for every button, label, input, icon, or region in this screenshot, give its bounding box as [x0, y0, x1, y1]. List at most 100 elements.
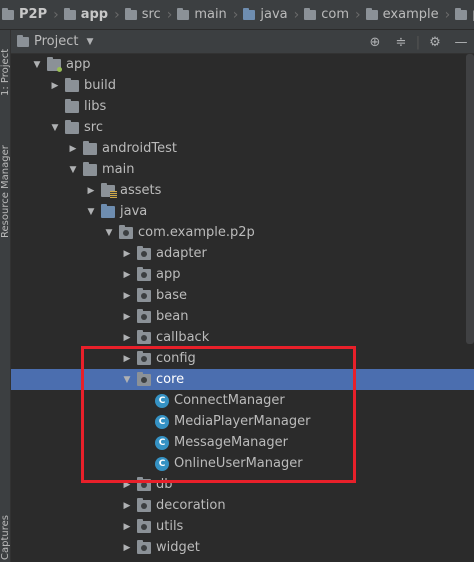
- tree-row[interactable]: ▶libs: [11, 96, 474, 117]
- expand-arrow-down-icon[interactable]: ▼: [49, 122, 61, 134]
- expand-arrow-right-icon[interactable]: ▶: [121, 269, 133, 281]
- breadcrumb-label: P2P: [19, 7, 48, 22]
- tree-row[interactable]: ▶CMessageManager: [11, 432, 474, 453]
- breadcrumb-item[interactable]: app: [63, 7, 108, 22]
- tree-row[interactable]: ▶ callback: [11, 327, 474, 348]
- package-icon: [137, 476, 151, 491]
- tree-row-label: app: [66, 57, 91, 72]
- package-icon: [304, 7, 317, 20]
- tree-row[interactable]: ▶ utils: [11, 516, 474, 537]
- tree-row[interactable]: ▶CConnectManager: [11, 390, 474, 411]
- tree-row[interactable]: ▶COnlineUserManager: [11, 453, 474, 474]
- project-view-selector[interactable]: Project ▼: [17, 34, 93, 49]
- expand-arrow-right-icon[interactable]: ▶: [121, 290, 133, 302]
- expand-arrow-down-icon[interactable]: ▼: [103, 227, 115, 239]
- breadcrumb-separator-icon: ›: [114, 6, 120, 23]
- expand-arrow-down-icon[interactable]: ▼: [85, 206, 97, 218]
- breadcrumb-item[interactable]: main: [177, 7, 227, 22]
- expand-arrow-down-icon[interactable]: ▼: [67, 164, 79, 176]
- expand-arrow-right-icon[interactable]: ▶: [121, 311, 133, 323]
- tree-row-label: bean: [156, 309, 189, 324]
- package-icon: [137, 371, 151, 386]
- tree-row[interactable]: ▶ widget: [11, 537, 474, 558]
- tree-row[interactable]: ▶CMediaPlayerManager: [11, 411, 474, 432]
- tree-row[interactable]: ▼ main: [11, 159, 474, 180]
- expand-arrow-right-icon[interactable]: ▶: [49, 80, 61, 92]
- chevron-down-icon: ▼: [86, 36, 94, 47]
- expand-arrow-right-icon[interactable]: ▶: [121, 500, 133, 512]
- breadcrumb-item[interactable]: P2P: [2, 7, 47, 22]
- tree-row[interactable]: ▶ build: [11, 75, 474, 96]
- module-folder-icon: [63, 7, 76, 20]
- folder-icon: [124, 7, 137, 20]
- tree-row[interactable]: ▶ bean: [11, 306, 474, 327]
- tree-row[interactable]: ▶ db: [11, 474, 474, 495]
- tree-row-label: com.example.p2p: [138, 225, 255, 240]
- collapse-all-icon[interactable]: ≑: [388, 30, 414, 54]
- tree-row[interactable]: ▶ app: [11, 264, 474, 285]
- tree-row[interactable]: ▼ src: [11, 117, 474, 138]
- tree-row-label: decoration: [156, 498, 226, 513]
- tree-row-label: db: [156, 477, 173, 492]
- tab-resource-manager[interactable]: Resource Manager: [0, 120, 11, 240]
- class-icon: C: [155, 435, 169, 450]
- hide-icon[interactable]: —: [448, 30, 474, 54]
- tree-row-label: MessageManager: [174, 435, 288, 450]
- breadcrumb-item[interactable]: example: [365, 7, 439, 22]
- tree-row[interactable]: ▶ assets: [11, 180, 474, 201]
- tree-row[interactable]: ▼ app: [11, 54, 474, 75]
- expand-arrow-right-icon[interactable]: ▶: [121, 542, 133, 554]
- breadcrumb-label: java: [260, 7, 288, 22]
- expand-arrow-right-icon[interactable]: ▶: [121, 248, 133, 260]
- folder-icon: [65, 119, 79, 134]
- breadcrumb-separator-icon: ›: [232, 6, 239, 23]
- folder-icon: [65, 77, 79, 92]
- breadcrumb-item[interactable]: p2p: [455, 7, 474, 22]
- tree-row-label: androidTest: [102, 141, 177, 156]
- source-folder-icon: [101, 203, 115, 218]
- expand-arrow-down-icon[interactable]: ▼: [31, 59, 43, 71]
- package-icon: [365, 7, 378, 20]
- tree-row[interactable]: ▼ com.example.p2p: [11, 222, 474, 243]
- expand-arrow-right-icon[interactable]: ▶: [121, 332, 133, 344]
- tab-project-label: 1: Project: [0, 48, 11, 96]
- breadcrumb-label: com: [321, 7, 350, 22]
- breadcrumb-item[interactable]: src: [124, 7, 161, 22]
- tab-project[interactable]: 1: Project: [0, 30, 11, 100]
- breadcrumb-item[interactable]: java: [243, 7, 288, 22]
- expand-arrow-down-icon[interactable]: ▼: [121, 374, 133, 386]
- breadcrumb-separator-icon: ›: [166, 6, 173, 23]
- project-view-icon: [17, 34, 29, 47]
- tree-row[interactable]: ▶ androidTest: [11, 138, 474, 159]
- tab-resource-manager-label: Resource Manager: [0, 145, 11, 238]
- tree-row[interactable]: ▼ java: [11, 201, 474, 222]
- expand-arrow-right-icon[interactable]: ▶: [67, 143, 79, 155]
- tree-row-label: java: [120, 204, 148, 219]
- resource-folder-icon: [101, 182, 117, 198]
- package-icon: [119, 224, 133, 239]
- expand-arrow-right-icon[interactable]: ▶: [85, 185, 97, 197]
- package-icon: [137, 329, 151, 344]
- tree-row[interactable]: ▶ decoration: [11, 495, 474, 516]
- tree-row-label: main: [102, 162, 135, 177]
- folder-icon: [83, 140, 97, 155]
- tree-row[interactable]: ▶ base: [11, 285, 474, 306]
- tab-captures[interactable]: Captures: [0, 500, 11, 562]
- tree-row-label: adapter: [156, 246, 207, 261]
- tree-row[interactable]: ▼ core: [11, 369, 474, 390]
- package-icon: [137, 518, 151, 533]
- breadcrumb-item[interactable]: com: [304, 7, 349, 22]
- expand-arrow-right-icon[interactable]: ▶: [121, 521, 133, 533]
- tree-row-label: widget: [156, 540, 200, 555]
- locate-icon[interactable]: ⊕: [362, 30, 388, 54]
- tree-row[interactable]: ▶ config: [11, 348, 474, 369]
- tree-row[interactable]: ▶ adapter: [11, 243, 474, 264]
- tree-scrollbar[interactable]: [466, 54, 474, 344]
- breadcrumb-label: src: [141, 7, 161, 22]
- package-icon: [137, 350, 151, 365]
- gear-icon[interactable]: ⚙: [422, 30, 448, 54]
- expand-arrow-right-icon[interactable]: ▶: [121, 479, 133, 491]
- project-panel-title: Project: [34, 34, 79, 49]
- expand-arrow-right-icon[interactable]: ▶: [121, 353, 133, 365]
- breadcrumb-label: example: [382, 7, 439, 22]
